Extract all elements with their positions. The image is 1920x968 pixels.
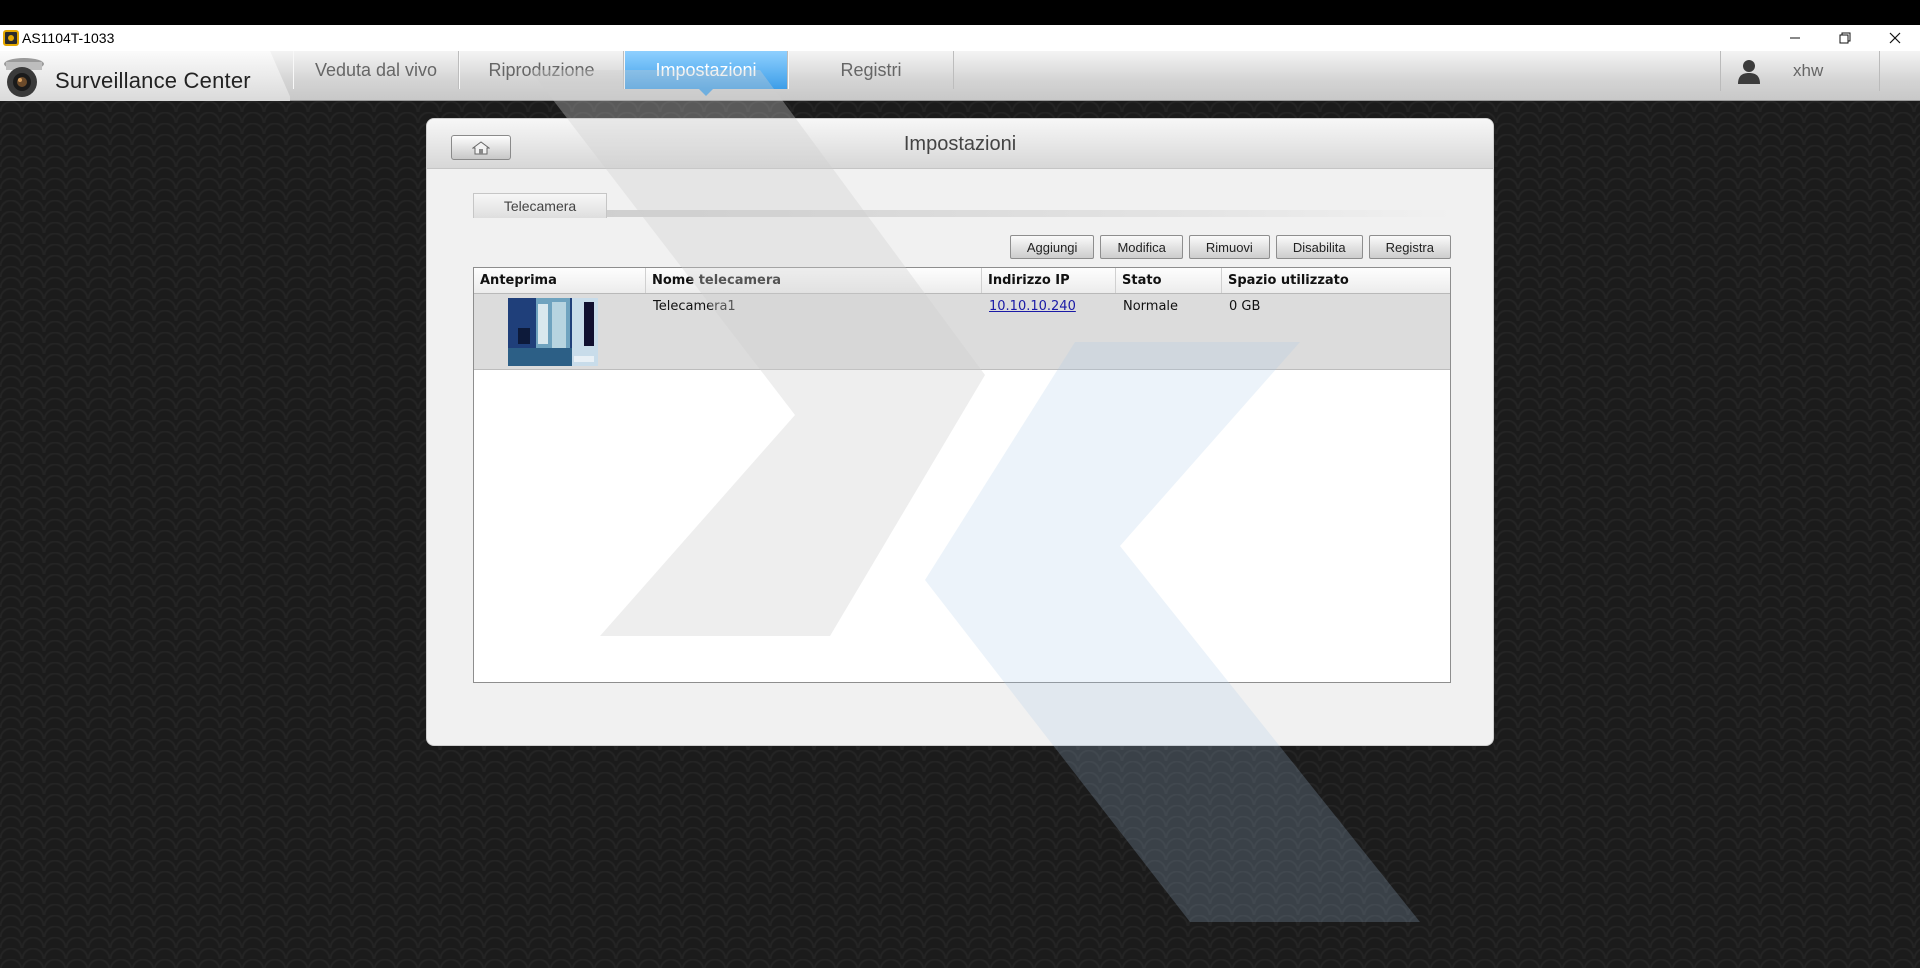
add-camera-button[interactable]: Aggiungi xyxy=(1009,235,1095,259)
window-controls xyxy=(1770,25,1920,51)
preview-cell xyxy=(474,294,646,369)
restore-icon xyxy=(1839,32,1851,44)
tab-label: Registri xyxy=(840,59,902,80)
record-button[interactable]: Registra xyxy=(1368,235,1451,259)
tab-logs[interactable]: Registri xyxy=(788,51,954,89)
camera-name-cell: Telecamera1 xyxy=(653,299,736,314)
tab-settings[interactable]: Impostazioni xyxy=(624,51,788,96)
screen-top-bar xyxy=(0,0,1920,25)
close-button[interactable] xyxy=(1870,25,1920,51)
column-header-space[interactable]: Spazio utilizzato xyxy=(1222,268,1450,293)
disable-camera-button[interactable]: Disabilita xyxy=(1275,235,1363,259)
window-title: AS1104T-1033 xyxy=(22,30,115,46)
close-icon xyxy=(1889,32,1901,44)
tab-label: Riproduzione xyxy=(488,59,595,80)
window-titlebar: AS1104T-1033 xyxy=(0,25,1920,51)
camera-thumbnail[interactable] xyxy=(508,298,598,366)
page-title: Impostazioni xyxy=(903,133,1017,155)
table-row[interactable]: Telecamera1 10.10.10.240 Normale 0 GB xyxy=(474,294,1450,370)
camera-actions: Aggiungi Modifica Rimuovi Disabilita Reg… xyxy=(1009,235,1451,259)
brand-title: Surveillance Center xyxy=(55,68,251,93)
subtab-row: Telecamera xyxy=(473,193,1453,219)
ip-cell: 10.10.10.240 xyxy=(982,294,1116,369)
subtab-divider xyxy=(603,210,1453,217)
minimize-button[interactable] xyxy=(1770,25,1820,51)
column-header-preview[interactable]: Anteprima xyxy=(474,268,646,293)
brand-block: Surveillance Center xyxy=(0,51,290,101)
table-header: Anteprima Nome telecamera Indirizzo IP S… xyxy=(474,268,1450,294)
camera-logo-icon xyxy=(2,54,46,98)
status-cell: Normale xyxy=(1123,299,1179,314)
main-tabs: Veduta dal vivo Riproduzione Impostazion… xyxy=(293,51,954,101)
minimize-icon xyxy=(1790,37,1800,39)
user-name: xhw xyxy=(1793,61,1824,80)
column-header-ip[interactable]: Indirizzo IP xyxy=(982,268,1116,293)
column-header-status[interactable]: Stato xyxy=(1116,268,1222,293)
tab-label: Veduta dal vivo xyxy=(314,59,438,80)
camera-table: Anteprima Nome telecamera Indirizzo IP S… xyxy=(473,267,1451,683)
tab-camera[interactable]: Telecamera xyxy=(473,193,607,218)
settings-panel: Impostazioni Telecamera Aggiungi Modific… xyxy=(426,118,1494,746)
column-header-name[interactable]: Nome telecamera xyxy=(646,268,982,293)
restore-button[interactable] xyxy=(1820,25,1870,51)
tab-playback[interactable]: Riproduzione xyxy=(459,51,624,89)
app-icon xyxy=(3,30,19,46)
tab-label: Impostazioni xyxy=(655,59,757,80)
main-navbar: Surveillance Center Veduta dal vivo Ripr… xyxy=(0,51,1920,101)
edit-camera-button[interactable]: Modifica xyxy=(1100,235,1183,259)
user-menu[interactable]: xhw xyxy=(1720,51,1880,91)
remove-camera-button[interactable]: Rimuovi xyxy=(1188,235,1270,259)
panel-header: Impostazioni xyxy=(427,119,1493,169)
space-cell: 0 GB xyxy=(1229,299,1261,314)
user-icon xyxy=(1737,58,1761,84)
ip-link[interactable]: 10.10.10.240 xyxy=(989,299,1076,314)
tab-live-view[interactable]: Veduta dal vivo xyxy=(293,51,459,89)
